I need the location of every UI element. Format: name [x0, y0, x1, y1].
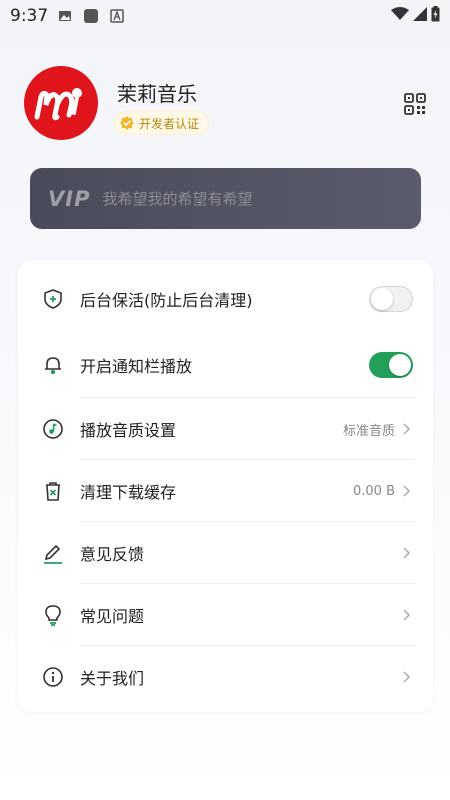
lightbulb-icon: [45, 605, 61, 626]
moli-logo-icon: [34, 88, 82, 121]
setting-label: 意见反馈: [80, 545, 145, 564]
font-app-icon: [110, 9, 124, 23]
app-avatar[interactable]: [24, 66, 98, 140]
pencil-icon: [44, 544, 62, 564]
toggle-knob: [371, 288, 393, 310]
image-icon: [59, 11, 71, 21]
setting-label: 后台保活(防止后台清理): [80, 291, 253, 310]
trash-icon: [46, 482, 60, 501]
signal-icon: [413, 7, 427, 21]
app-notification-icon: [84, 9, 98, 23]
setting-background-keepalive[interactable]: 后台保活(防止后台清理): [18, 268, 433, 330]
toggle-knob: [389, 354, 411, 376]
chevron-right-icon: [403, 423, 411, 435]
status-bar: 9:37: [0, 0, 450, 32]
setting-about-us[interactable]: 关于我们: [18, 646, 433, 708]
cache-size-value: 0.00 B: [353, 483, 395, 499]
chevron-right-icon: [403, 609, 411, 621]
badge-label: 开发者认证: [139, 116, 200, 131]
app-name: 茉莉音乐: [117, 82, 197, 106]
chevron-right-icon: [403, 547, 411, 559]
setting-label: 常见问题: [80, 607, 145, 626]
notification-toggle[interactable]: [369, 352, 413, 378]
bell-icon: [45, 357, 61, 375]
keepalive-toggle[interactable]: [369, 286, 413, 312]
setting-label: 关于我们: [80, 669, 145, 688]
setting-clear-cache[interactable]: 清理下载缓存 0.00 B: [18, 460, 433, 522]
setting-label: 播放音质设置: [80, 421, 177, 440]
vip-logo: VIP: [48, 186, 91, 211]
setting-audio-quality[interactable]: 播放音质设置 标准音质: [18, 398, 433, 460]
setting-faq[interactable]: 常见问题: [18, 584, 433, 646]
developer-badge: 开发者认证: [114, 111, 210, 135]
setting-notification-playback[interactable]: 开启通知栏播放: [18, 334, 433, 396]
setting-label: 清理下载缓存: [80, 483, 177, 502]
vip-slogan: 我希望我的希望有希望: [102, 190, 253, 208]
vip-banner[interactable]: VIP 我希望我的希望有希望: [30, 168, 421, 229]
chevron-right-icon: [403, 485, 411, 497]
setting-feedback[interactable]: 意见反馈: [18, 522, 433, 584]
audio-quality-value: 标准音质: [342, 423, 395, 439]
chevron-right-icon: [403, 671, 411, 683]
info-icon: [43, 667, 63, 687]
wifi-icon: [391, 7, 409, 20]
settings-card: 后台保活(防止后台清理) 开启通知栏播放 播放音质设置 标准音质 清理下载缓存 …: [18, 260, 433, 712]
verified-icon: [120, 116, 134, 130]
battery-icon: [431, 6, 440, 22]
status-time: 9:37: [10, 6, 49, 26]
setting-label: 开启通知栏播放: [80, 357, 193, 376]
qr-code-icon[interactable]: [404, 93, 426, 115]
shield-plus-icon: [44, 289, 62, 309]
music-note-icon: [43, 419, 63, 439]
